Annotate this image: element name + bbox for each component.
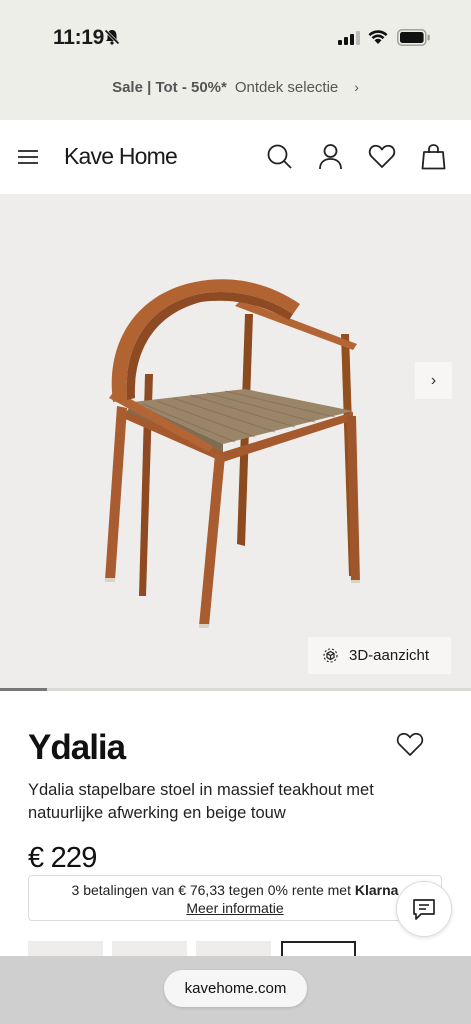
view-3d-button[interactable]: 3D-aanzicht bbox=[308, 637, 451, 674]
address-url: kavehome.com bbox=[184, 980, 287, 997]
gallery-progress bbox=[0, 688, 471, 691]
klarna-brand: Klarna bbox=[354, 882, 399, 898]
product-gallery[interactable]: › 3D-aanzicht bbox=[0, 194, 471, 688]
klarna-banner: 3 betalingen van € 76,33 tegen 0% rente … bbox=[28, 875, 442, 921]
add-to-wishlist-icon[interactable] bbox=[396, 731, 424, 757]
wifi-icon bbox=[368, 30, 388, 44]
klarna-installments-text: 3 betalingen van € 76,33 tegen 0% rente … bbox=[71, 882, 351, 898]
brand-logo[interactable]: Kave Home bbox=[64, 143, 178, 170]
promo-link[interactable]: Ontdek selectie bbox=[235, 79, 338, 96]
menu-icon[interactable] bbox=[17, 146, 39, 168]
cart-icon[interactable] bbox=[421, 143, 446, 170]
klarna-more-info-link[interactable]: Meer informatie bbox=[29, 899, 441, 917]
product-description: Ydalia stapelbare stoel in massief teakh… bbox=[28, 781, 374, 822]
status-time: 11:19 bbox=[53, 26, 105, 49]
cube-3d-icon bbox=[323, 648, 338, 663]
gallery-next-button[interactable]: › bbox=[415, 362, 452, 399]
product-title: Ydalia bbox=[28, 728, 126, 767]
product-price: € 229 bbox=[28, 842, 97, 874]
chat-button[interactable] bbox=[396, 881, 452, 937]
account-icon[interactable] bbox=[318, 143, 343, 170]
signal-icon bbox=[338, 31, 360, 45]
gallery-progress-fill bbox=[0, 688, 48, 691]
promo-sale-text: Sale | Tot - 50%* bbox=[112, 78, 227, 96]
product-image bbox=[105, 279, 360, 628]
battery-icon bbox=[397, 29, 430, 46]
status-bar: 11:19 bbox=[0, 0, 471, 60]
search-icon[interactable] bbox=[266, 143, 293, 170]
view-3d-label: 3D-aanzicht bbox=[349, 647, 430, 664]
chat-icon bbox=[413, 899, 435, 920]
address-bar[interactable]: kavehome.com bbox=[164, 970, 307, 1007]
promo-banner[interactable]: Sale | Tot - 50%* Ontdek selectie › bbox=[0, 60, 471, 120]
chevron-right-icon: › bbox=[354, 79, 359, 95]
bell-slash-icon bbox=[104, 29, 120, 45]
chevron-right-icon: › bbox=[430, 371, 437, 389]
wishlist-icon[interactable] bbox=[368, 143, 396, 169]
klarna-text-line: 3 betalingen van € 76,33 tegen 0% rente … bbox=[29, 881, 441, 899]
